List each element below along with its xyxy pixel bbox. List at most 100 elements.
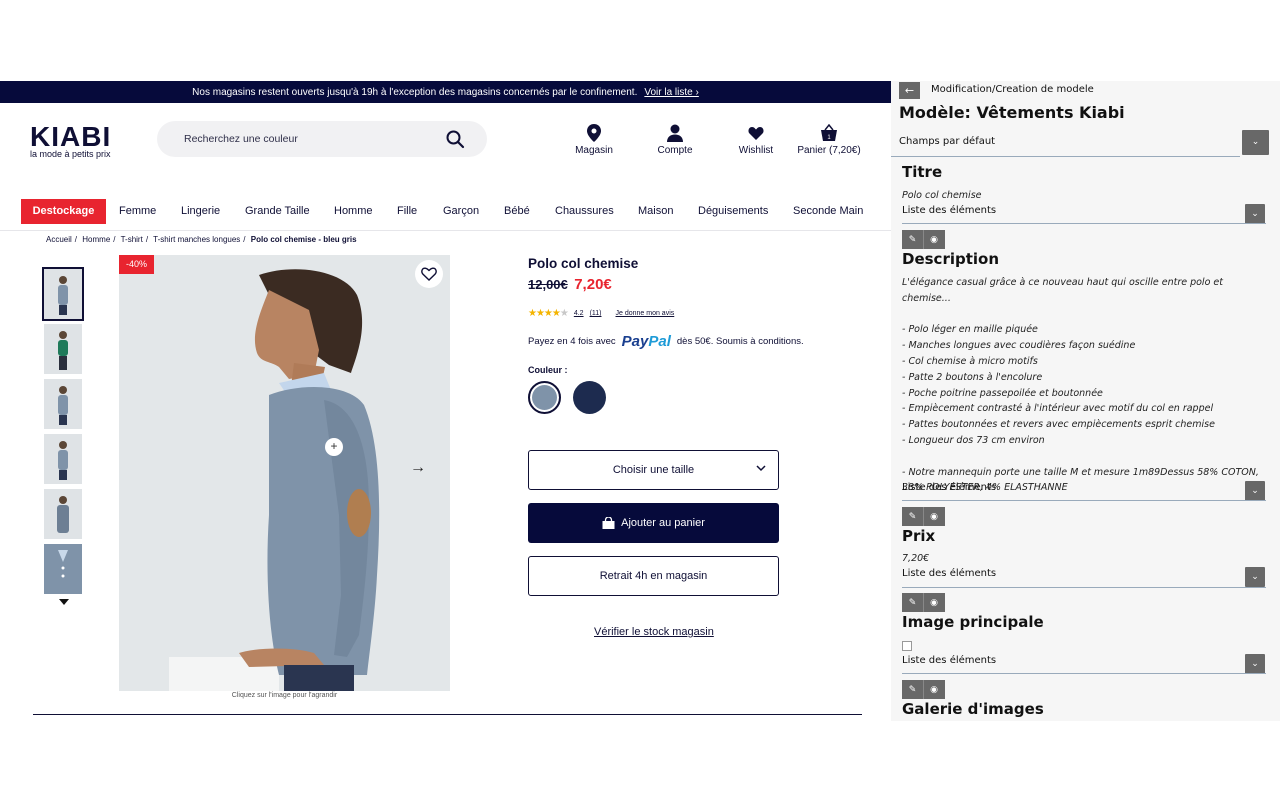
paypal-suffix: dès 50€. Soumis à conditions. [676, 336, 804, 347]
nav-item-homme[interactable]: Homme [334, 199, 373, 224]
eye-icon[interactable]: ◉ [923, 507, 944, 526]
breadcrumb-item[interactable]: T-shirt manches longues [153, 235, 240, 244]
store-pickup-button[interactable]: Retrait 4h en magasin [528, 556, 779, 596]
breadcrumb-item[interactable]: T-shirt [121, 235, 143, 244]
search-icon[interactable] [445, 129, 465, 149]
color-swatch-marine[interactable] [573, 381, 606, 414]
nav-item-bebe[interactable]: Bébé [504, 199, 530, 224]
pencil-icon[interactable]: ✎ [902, 593, 923, 612]
header-magasin[interactable]: Magasin [572, 124, 616, 156]
check-stock-link[interactable]: Vérifier le stock magasin [594, 626, 714, 638]
add-to-cart-button[interactable]: Ajouter au panier [528, 503, 779, 543]
user-icon [667, 124, 683, 142]
pencil-icon[interactable]: ✎ [902, 680, 923, 699]
kiabi-logo[interactable]: KIABI la mode à petits prix [30, 123, 111, 160]
header-wishlist[interactable]: Wishlist [736, 124, 776, 156]
thumbnail[interactable] [42, 267, 84, 321]
breadcrumb-item[interactable]: Homme [82, 235, 110, 244]
pencil-icon[interactable]: ✎ [902, 507, 923, 526]
thumbnail[interactable] [44, 324, 82, 374]
chevron-down-icon [756, 465, 766, 472]
chevron-down-icon[interactable]: ⌄ [1245, 567, 1265, 587]
header-compte[interactable]: Compte [655, 124, 695, 156]
product-main-image[interactable]: -40% + → [119, 255, 450, 691]
thumbnail[interactable] [44, 489, 82, 539]
broken-image-icon [902, 641, 912, 651]
nav-item-lingerie[interactable]: Lingerie [181, 199, 220, 224]
chevron-down-icon[interactable] [59, 599, 69, 605]
nav-item-maison[interactable]: Maison [638, 199, 673, 224]
color-label: Couleur : [528, 365, 568, 375]
nav-item-fille[interactable]: Fille [397, 199, 417, 224]
thumbnail-strip [42, 267, 84, 605]
product-info: Polo col chemise 12,00€ 7,20€ ★★★★★ 4.2 … [528, 256, 828, 414]
header-magasin-label: Magasin [575, 145, 613, 156]
nav-item-deguisements[interactable]: Déguisements [698, 199, 768, 224]
titre-value: Polo col chemise [902, 190, 982, 201]
breadcrumb: Accueil / Homme / T-shirt / T-shirt manches… [46, 235, 360, 244]
field-underline [902, 673, 1266, 674]
field-underline [902, 500, 1266, 501]
description-line [902, 449, 1262, 465]
promo-link[interactable]: Voir la liste › [644, 87, 698, 98]
chevron-down-icon[interactable]: ⌄ [1245, 481, 1265, 501]
field-underline [891, 156, 1240, 157]
nav-item-seconde-main[interactable]: Seconde Main [793, 199, 863, 224]
section-title-description: Description [902, 250, 1000, 268]
heart-outline-icon [421, 267, 437, 281]
next-image-arrow-icon[interactable]: → [410, 459, 426, 477]
breadcrumb-separator: / [74, 235, 78, 244]
model-editor-panel: ← Modification/Creation de modele Modèle… [891, 81, 1280, 721]
chevron-down-icon[interactable]: ⌄ [1245, 654, 1265, 674]
header-panier[interactable]: 1 Panier (7,20€) [796, 124, 862, 156]
image-caption: Cliquez sur l'image pour l'agrandir [231, 692, 338, 699]
panel-breadcrumb: Modification/Creation de modele [931, 84, 1094, 95]
nav-item-femme[interactable]: Femme [119, 199, 156, 224]
back-arrow-icon[interactable]: ← [899, 82, 920, 99]
search-bar[interactable]: Recherchez une couleur [157, 121, 487, 157]
chevron-down-icon[interactable]: ⌄ [1242, 130, 1269, 155]
breadcrumb-item[interactable]: Accueil [46, 235, 72, 244]
section-title-galerie: Galerie d'images [902, 700, 1044, 718]
basket-icon: 1 [821, 124, 837, 141]
eye-icon[interactable]: ◉ [923, 680, 944, 699]
product-title: Polo col chemise [528, 256, 639, 271]
color-swatch-bleu-gris[interactable] [528, 381, 561, 414]
model-title: Modèle: Vêtements Kiabi [899, 103, 1125, 122]
discount-badge: -40% [119, 255, 154, 274]
search-input[interactable]: Recherchez une couleur [184, 133, 298, 145]
size-select[interactable]: Choisir une taille [528, 450, 779, 490]
write-review-link[interactable]: Je donne mon avis [616, 310, 675, 317]
pencil-icon[interactable]: ✎ [902, 230, 923, 249]
thumbnail[interactable] [44, 544, 82, 594]
add-to-wishlist-button[interactable] [415, 260, 443, 288]
zoom-plus-icon[interactable]: + [325, 438, 343, 456]
nav-item-destockage[interactable]: Destockage [21, 199, 106, 224]
thumbnail[interactable] [44, 434, 82, 484]
nav-item-grande-taille[interactable]: Grande Taille [245, 199, 310, 224]
review-count[interactable]: (11) [590, 310, 602, 317]
heart-icon [748, 127, 764, 140]
chevron-down-icon[interactable]: ⌄ [1245, 204, 1265, 224]
default-fields-label: Champs par défaut [899, 136, 996, 147]
section-tools: ✎ ◉ [902, 593, 945, 612]
divider [33, 714, 862, 715]
color-swatches [528, 381, 828, 414]
description-value: L'élégance casual grâce à ce nouveau hau… [902, 275, 1262, 496]
header-panier-label: Panier (7,20€) [797, 145, 861, 156]
product-photo [119, 255, 450, 691]
breadcrumb-current: Polo col chemise - bleu gris [250, 235, 357, 244]
nav-item-garcon[interactable]: Garçon [443, 199, 479, 224]
paypal-prefix: Payez en 4 fois avec [528, 336, 616, 347]
field-underline [902, 223, 1266, 224]
nav-item-chaussures[interactable]: Chaussures [555, 199, 614, 224]
thumbnail[interactable] [44, 379, 82, 429]
description-line: - Patte 2 boutons à l'encolure [902, 371, 1043, 383]
eye-icon[interactable]: ◉ [923, 593, 944, 612]
description-line: - Longueur dos 73 cm environ [902, 434, 1045, 446]
sale-price: 7,20€ [574, 276, 612, 293]
rating-value[interactable]: 4.2 [574, 310, 584, 317]
brand-tagline: la mode à petits prix [30, 149, 111, 159]
eye-icon[interactable]: ◉ [923, 230, 944, 249]
shopping-bag-icon [602, 517, 615, 529]
